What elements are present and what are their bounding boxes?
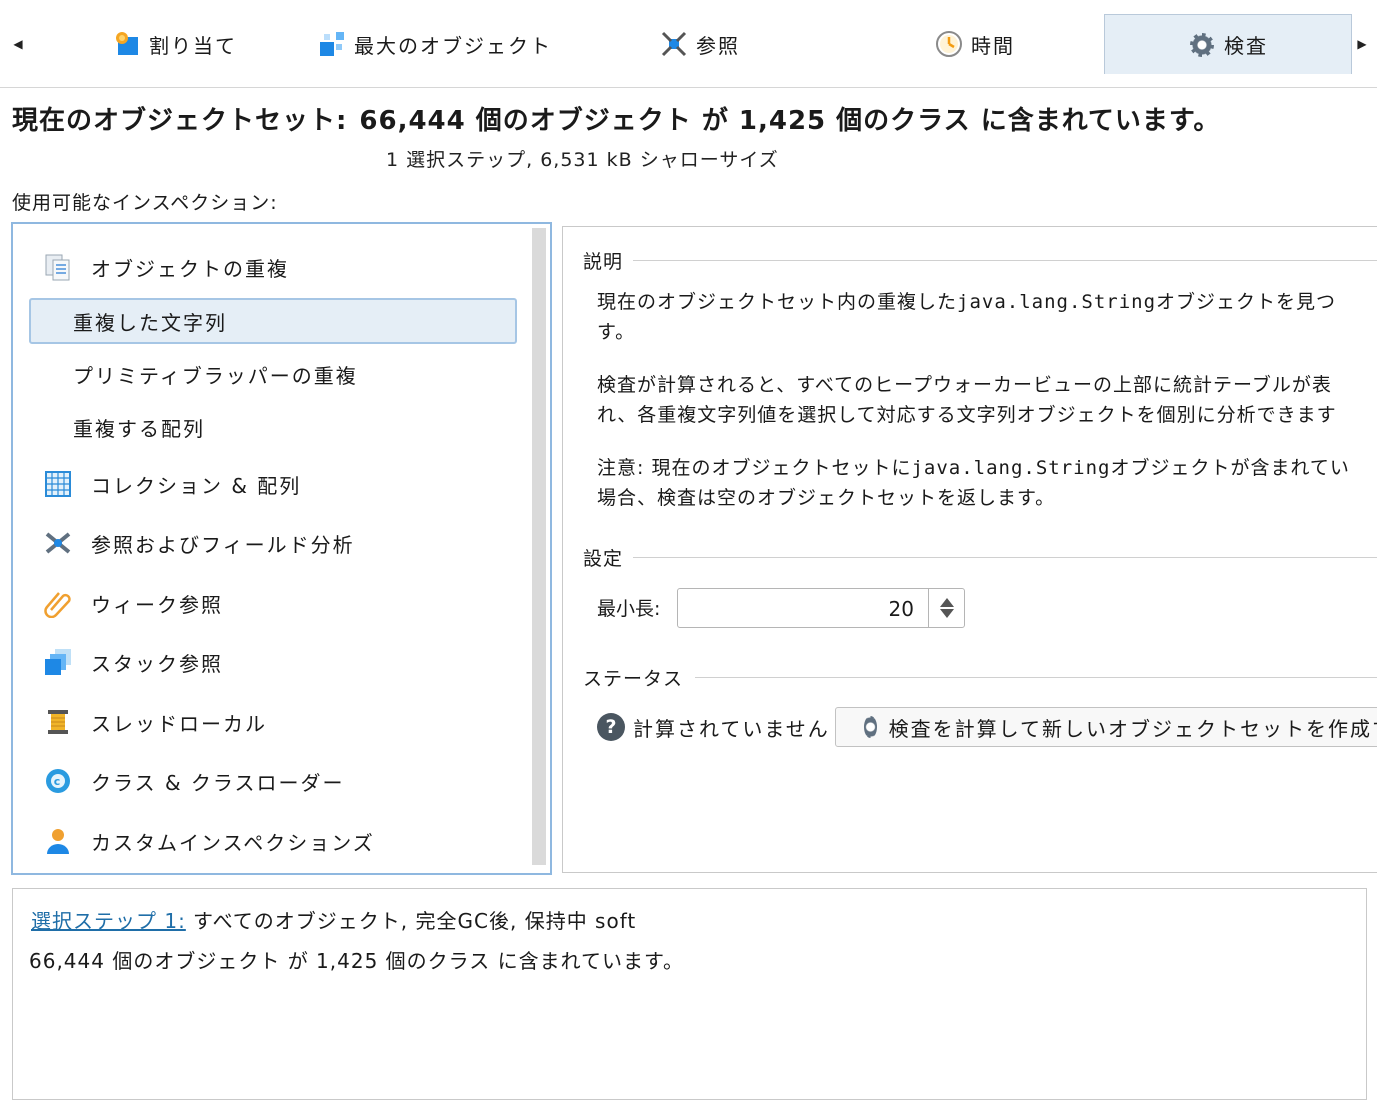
list-item-collections-arrays[interactable]: コレクション & 配列 — [43, 461, 301, 507]
min-length-stepper[interactable] — [928, 589, 964, 627]
section-divider — [633, 557, 1377, 558]
list-item-stack-references[interactable]: スタック参照 — [43, 639, 223, 685]
list-item-label: スレッドローカル — [91, 711, 267, 736]
description-section-title: 説明 — [583, 247, 632, 274]
tab-scroll-right-button[interactable]: ▶ — [1354, 32, 1370, 56]
list-item-classes-classloaders[interactable]: c クラス & クラスローダー — [43, 758, 345, 804]
gear-icon — [862, 714, 879, 740]
user-icon — [43, 826, 73, 856]
tab-allocations[interactable]: 割り当て — [60, 14, 290, 74]
tab-references[interactable]: 参照 — [600, 14, 800, 74]
view-tab-bar: ◀ 割り当て 最大のオブジェクト 参照 時間 検査 ▶ — [0, 0, 1377, 88]
tab-inspections[interactable]: 検査 — [1104, 14, 1352, 74]
object-set-summary-bottom: 66,444 個のオブジェクト が 1,425 個のクラス に含まれています。 — [29, 949, 685, 973]
compute-button-label: 検査を計算して新しいオブジェクトセットを作成す — [888, 716, 1377, 741]
gear-icon — [1188, 31, 1216, 59]
list-item-label: プリミティブラッパーの重複 — [73, 363, 358, 388]
list-item-label: コレクション & 配列 — [91, 473, 302, 498]
tab-label: 検査 — [1224, 34, 1268, 58]
min-length-spinner[interactable]: 20 — [677, 588, 965, 628]
description-paragraph-2: 検査が計算されると、すべてのヒープウォーカービューの上部に統計テーブルが表 れ、… — [597, 374, 1337, 426]
min-length-input[interactable]: 20 — [889, 597, 914, 621]
object-set-summary: 66,444 個のオブジェクト が 1,425 個のクラス に含まれています。 — [359, 106, 1221, 136]
tab-label: 割り当て — [149, 33, 237, 58]
list-item-weak-references[interactable]: ウィーク参照 — [43, 580, 223, 626]
settings-section-title: 設定 — [583, 544, 632, 571]
list-item-label: 重複する配列 — [73, 416, 205, 441]
tab-biggest-objects[interactable]: 最大のオブジェクト — [300, 14, 570, 74]
biggest-objects-icon — [318, 30, 346, 58]
description-paragraph-3: 注意: 現在のオブジェクトセットにjava.lang.Stringオブジェクトが… — [597, 457, 1350, 509]
list-item-thread-local[interactable]: スレッドローカル — [43, 699, 267, 745]
references-icon — [660, 30, 688, 58]
inspections-label: 使用可能なインスペクション: — [12, 192, 278, 214]
min-length-label: 最小長: — [597, 598, 661, 620]
section-divider — [695, 677, 1377, 678]
list-item-label: 参照およびフィールド分析 — [91, 532, 355, 557]
list-item-label: カスタムインスペクションズ — [91, 830, 375, 855]
allocation-icon — [113, 30, 141, 58]
tab-time[interactable]: 時間 — [860, 14, 1090, 74]
inspection-list[interactable]: オブジェクトの重複 重複した文字列 プリミティブラッパーの重複 重複する配列 コ… — [11, 222, 552, 875]
compute-inspection-button[interactable]: 検査を計算して新しいオブジェクトセットを作成す — [835, 707, 1377, 747]
section-divider — [633, 260, 1377, 261]
selection-steps-panel: 選択ステップ 1: すべてのオブジェクト, 完全GC後, 保持中 soft 66… — [12, 888, 1367, 1100]
description-paragraph-1: 現在のオブジェクトセット内の重複したjava.lang.Stringオブジェクト… — [597, 291, 1337, 343]
list-item-label: オブジェクトの重複 — [91, 256, 289, 281]
page-title: 現在のオブジェクトセット: 66,444 個のオブジェクト が 1,425 個のク… — [12, 100, 1220, 137]
svg-text:c: c — [54, 775, 63, 788]
increment-arrow-icon[interactable] — [939, 598, 954, 607]
object-set-title: 現在のオブジェクトセット: — [12, 106, 348, 136]
list-item-duplicate-primitive-wrappers[interactable]: プリミティブラッパーの重複 — [73, 351, 358, 397]
duplicate-objects-icon — [43, 252, 73, 282]
class-icon: c — [43, 766, 73, 796]
list-item-duplicate-strings[interactable]: 重複した文字列 — [73, 298, 227, 344]
list-item-label: クラス & クラスローダー — [91, 770, 345, 795]
tab-label: 時間 — [971, 33, 1015, 58]
status-text: 計算されていません — [633, 717, 830, 741]
stack-icon — [43, 647, 73, 677]
tab-scroll-left-button[interactable]: ◀ — [10, 32, 26, 56]
paperclip-icon — [43, 588, 73, 619]
list-item-label: ウィーク参照 — [91, 592, 223, 617]
list-item-duplicate-objects[interactable]: オブジェクトの重複 — [43, 244, 289, 290]
decrement-arrow-icon[interactable] — [939, 609, 954, 618]
references-icon — [43, 528, 73, 558]
list-item-custom-inspections[interactable]: カスタムインスペクションズ — [43, 818, 375, 864]
status-section-title: ステータス — [583, 664, 692, 691]
object-set-subtitle: 1 選択ステップ, 6,531 kB シャローサイズ — [386, 149, 779, 171]
table-icon — [43, 469, 73, 499]
question-icon: ? — [597, 713, 625, 741]
tab-label: 最大のオブジェクト — [354, 33, 552, 58]
clock-icon — [935, 30, 963, 58]
spool-icon — [43, 707, 73, 737]
selection-step-description: すべてのオブジェクト, 完全GC後, 保持中 soft — [193, 909, 637, 933]
list-item-duplicate-arrays[interactable]: 重複する配列 — [73, 404, 205, 450]
list-item-reference-field-analysis[interactable]: 参照およびフィールド分析 — [43, 520, 355, 566]
list-item-label: スタック参照 — [91, 651, 223, 676]
list-scrollbar[interactable] — [532, 228, 546, 865]
inspection-details-panel: 説明 現在のオブジェクトセット内の重複したjava.lang.Stringオブジ… — [562, 226, 1377, 873]
selection-step-link[interactable]: 選択ステップ 1: — [31, 905, 186, 934]
tab-label: 参照 — [696, 33, 740, 58]
list-item-label: 重複した文字列 — [73, 310, 227, 335]
